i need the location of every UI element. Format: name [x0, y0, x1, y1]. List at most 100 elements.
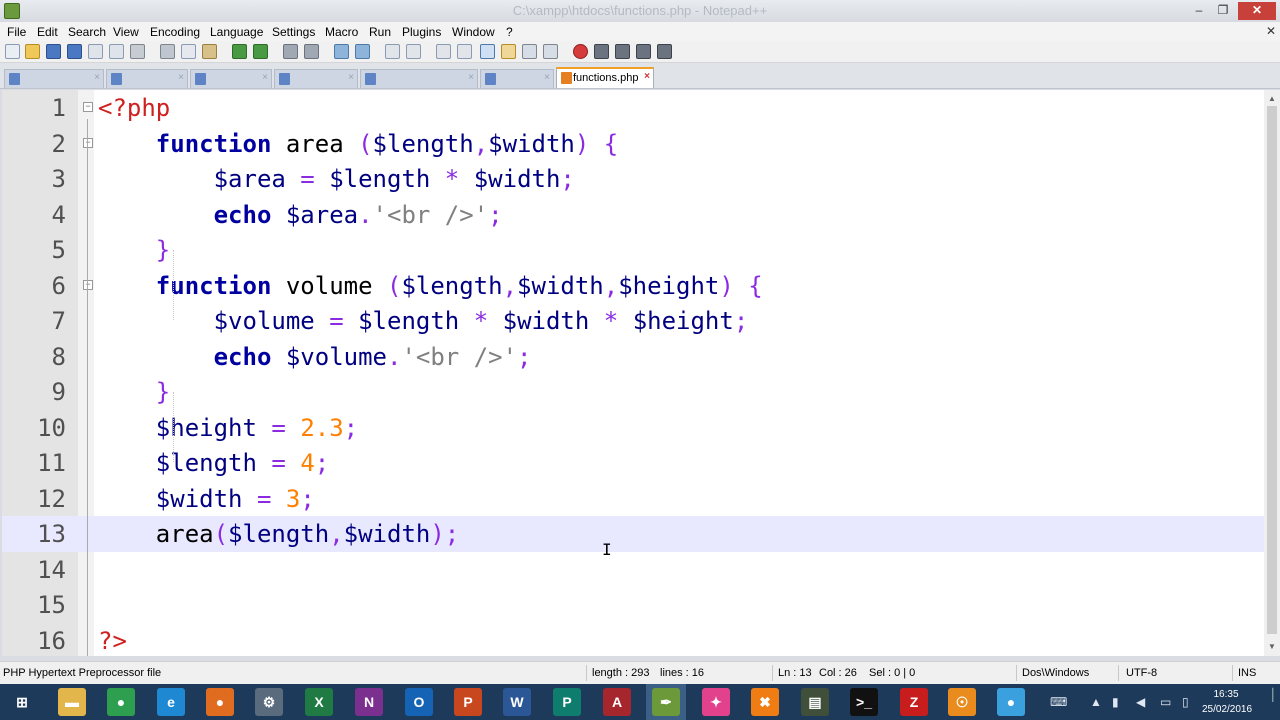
- word-icon[interactable]: W: [503, 688, 531, 716]
- onenote-icon[interactable]: N: [355, 688, 383, 716]
- tab-close-icon[interactable]: ×: [644, 71, 650, 82]
- menu-macro[interactable]: Macro: [325, 25, 358, 39]
- menu-settings[interactable]: Settings: [272, 25, 315, 39]
- open-file-icon[interactable]: [25, 44, 40, 59]
- save-icon[interactable]: [46, 44, 61, 59]
- save-macro-icon[interactable]: [657, 44, 672, 59]
- internet-explorer-icon[interactable]: e: [157, 688, 185, 716]
- find-icon[interactable]: [283, 44, 298, 59]
- code-line[interactable]: 15: [2, 587, 1264, 623]
- record-macro-icon[interactable]: [573, 44, 588, 59]
- tab-document-5[interactable]: ×: [360, 69, 478, 88]
- menu-language[interactable]: Language: [210, 25, 263, 39]
- vertical-scrollbar[interactable]: ▲ ▼: [1264, 90, 1280, 656]
- keyboard-icon[interactable]: ⌨: [1050, 695, 1067, 709]
- menu-help[interactable]: ?: [506, 25, 513, 39]
- menu-file[interactable]: File: [7, 25, 26, 39]
- scroll-up-icon[interactable]: ▲: [1268, 94, 1276, 103]
- cut-icon[interactable]: [160, 44, 175, 59]
- scroll-thumb[interactable]: [1267, 106, 1277, 634]
- system-clock[interactable]: 16:35 25/02/2016: [1202, 687, 1252, 717]
- run-macro-multiple-icon[interactable]: [636, 44, 651, 59]
- menu-plugins[interactable]: Plugins: [402, 25, 441, 39]
- file-explorer-icon[interactable]: ▬: [58, 688, 86, 716]
- tab-close-icon[interactable]: ×: [262, 72, 268, 83]
- document-map-icon[interactable]: [522, 44, 537, 59]
- tab-document-2[interactable]: ×: [106, 69, 188, 88]
- play-macro-icon[interactable]: [615, 44, 630, 59]
- tray-expand-icon[interactable]: ▲: [1090, 695, 1102, 709]
- replace-icon[interactable]: [304, 44, 319, 59]
- copy-icon[interactable]: [181, 44, 196, 59]
- notepad-plus-plus-icon[interactable]: ✒: [652, 688, 680, 716]
- fold-toggle-icon[interactable]: −: [83, 137, 93, 148]
- xampp-icon[interactable]: ✦: [702, 688, 730, 716]
- code-line[interactable]: 6 − function volume ($length,$width,$heig…: [2, 268, 1264, 304]
- status-insert-mode[interactable]: INS: [1238, 667, 1256, 679]
- action-center-icon[interactable]: ▭: [1160, 695, 1171, 709]
- status-eol[interactable]: Dos\Windows: [1022, 667, 1089, 679]
- close-document-icon[interactable]: ✕: [1266, 24, 1276, 38]
- excel-icon[interactable]: X: [305, 688, 333, 716]
- code-line[interactable]: 14: [2, 552, 1264, 588]
- windows-start-icon[interactable]: ⊞: [8, 688, 36, 716]
- user-language-icon[interactable]: [501, 44, 516, 59]
- menu-encoding[interactable]: Encoding: [150, 25, 200, 39]
- code-line[interactable]: 3 $area = $length * $width;: [2, 161, 1264, 197]
- volume-icon[interactable]: ◀: [1136, 695, 1145, 709]
- code-line[interactable]: 8 echo $volume.'<br />';: [2, 339, 1264, 375]
- code-line[interactable]: 9 }: [2, 374, 1264, 410]
- tab-document-1[interactable]: ×: [4, 69, 104, 88]
- code-line[interactable]: 2 − function area ($length,$width) {: [2, 126, 1264, 162]
- tab-document-6[interactable]: ×: [480, 69, 554, 88]
- code-line[interactable]: 13 area($length,$width);: [2, 516, 1264, 552]
- code-line[interactable]: 12 $width = 3;: [2, 481, 1264, 517]
- word-wrap-icon[interactable]: [436, 44, 451, 59]
- redo-icon[interactable]: [253, 44, 268, 59]
- settings-gear-icon[interactable]: ⚙: [255, 688, 283, 716]
- code-line[interactable]: 16 ?>: [2, 623, 1264, 657]
- print-icon[interactable]: [130, 44, 145, 59]
- battery-icon[interactable]: ▯: [1182, 695, 1189, 709]
- tab-functions-php[interactable]: functions.php ×: [556, 67, 654, 88]
- tab-document-4[interactable]: ×: [274, 69, 358, 88]
- tab-close-icon[interactable]: ×: [468, 72, 474, 83]
- tab-close-icon[interactable]: ×: [348, 72, 354, 83]
- menu-view[interactable]: View: [113, 25, 139, 39]
- outlook-icon[interactable]: O: [405, 688, 433, 716]
- show-all-characters-icon[interactable]: [457, 44, 472, 59]
- paste-icon[interactable]: [202, 44, 217, 59]
- menu-edit[interactable]: Edit: [37, 25, 58, 39]
- code-line[interactable]: 1 − <?php: [2, 90, 1264, 126]
- fold-toggle-icon[interactable]: −: [83, 279, 93, 290]
- command-prompt-icon[interactable]: >_: [850, 688, 878, 716]
- tab-document-3[interactable]: ×: [190, 69, 272, 88]
- close-window-button[interactable]: ✕: [1238, 2, 1276, 20]
- new-file-icon[interactable]: [5, 44, 20, 59]
- orange-app-icon[interactable]: ☉: [948, 688, 976, 716]
- firefox-icon[interactable]: ●: [206, 688, 234, 716]
- access-icon[interactable]: A: [603, 688, 631, 716]
- fold-toggle-icon[interactable]: −: [83, 102, 93, 112]
- tab-close-icon[interactable]: ×: [178, 72, 184, 83]
- maximize-button[interactable]: ❐: [1212, 2, 1234, 20]
- zoom-in-icon[interactable]: [334, 44, 349, 59]
- network-icon[interactable]: ▮: [1112, 695, 1119, 709]
- publisher-icon[interactable]: P: [553, 688, 581, 716]
- sync-vertical-icon[interactable]: [385, 44, 400, 59]
- close-file-icon[interactable]: [88, 44, 103, 59]
- stop-macro-icon[interactable]: [594, 44, 609, 59]
- powerpoint-icon[interactable]: P: [454, 688, 482, 716]
- undo-icon[interactable]: [232, 44, 247, 59]
- terminal-app-icon[interactable]: ▤: [801, 688, 829, 716]
- zoom-out-icon[interactable]: [355, 44, 370, 59]
- chrome-icon[interactable]: ●: [107, 688, 135, 716]
- web-browser-icon[interactable]: ●: [997, 688, 1025, 716]
- code-line[interactable]: 7 $volume = $length * $width * $height;: [2, 303, 1264, 339]
- menu-run[interactable]: Run: [369, 25, 391, 39]
- menu-window[interactable]: Window: [452, 25, 495, 39]
- menu-search[interactable]: Search: [68, 25, 106, 39]
- sync-horizontal-icon[interactable]: [406, 44, 421, 59]
- scroll-down-icon[interactable]: ▼: [1268, 642, 1276, 651]
- tab-close-icon[interactable]: ×: [94, 72, 100, 83]
